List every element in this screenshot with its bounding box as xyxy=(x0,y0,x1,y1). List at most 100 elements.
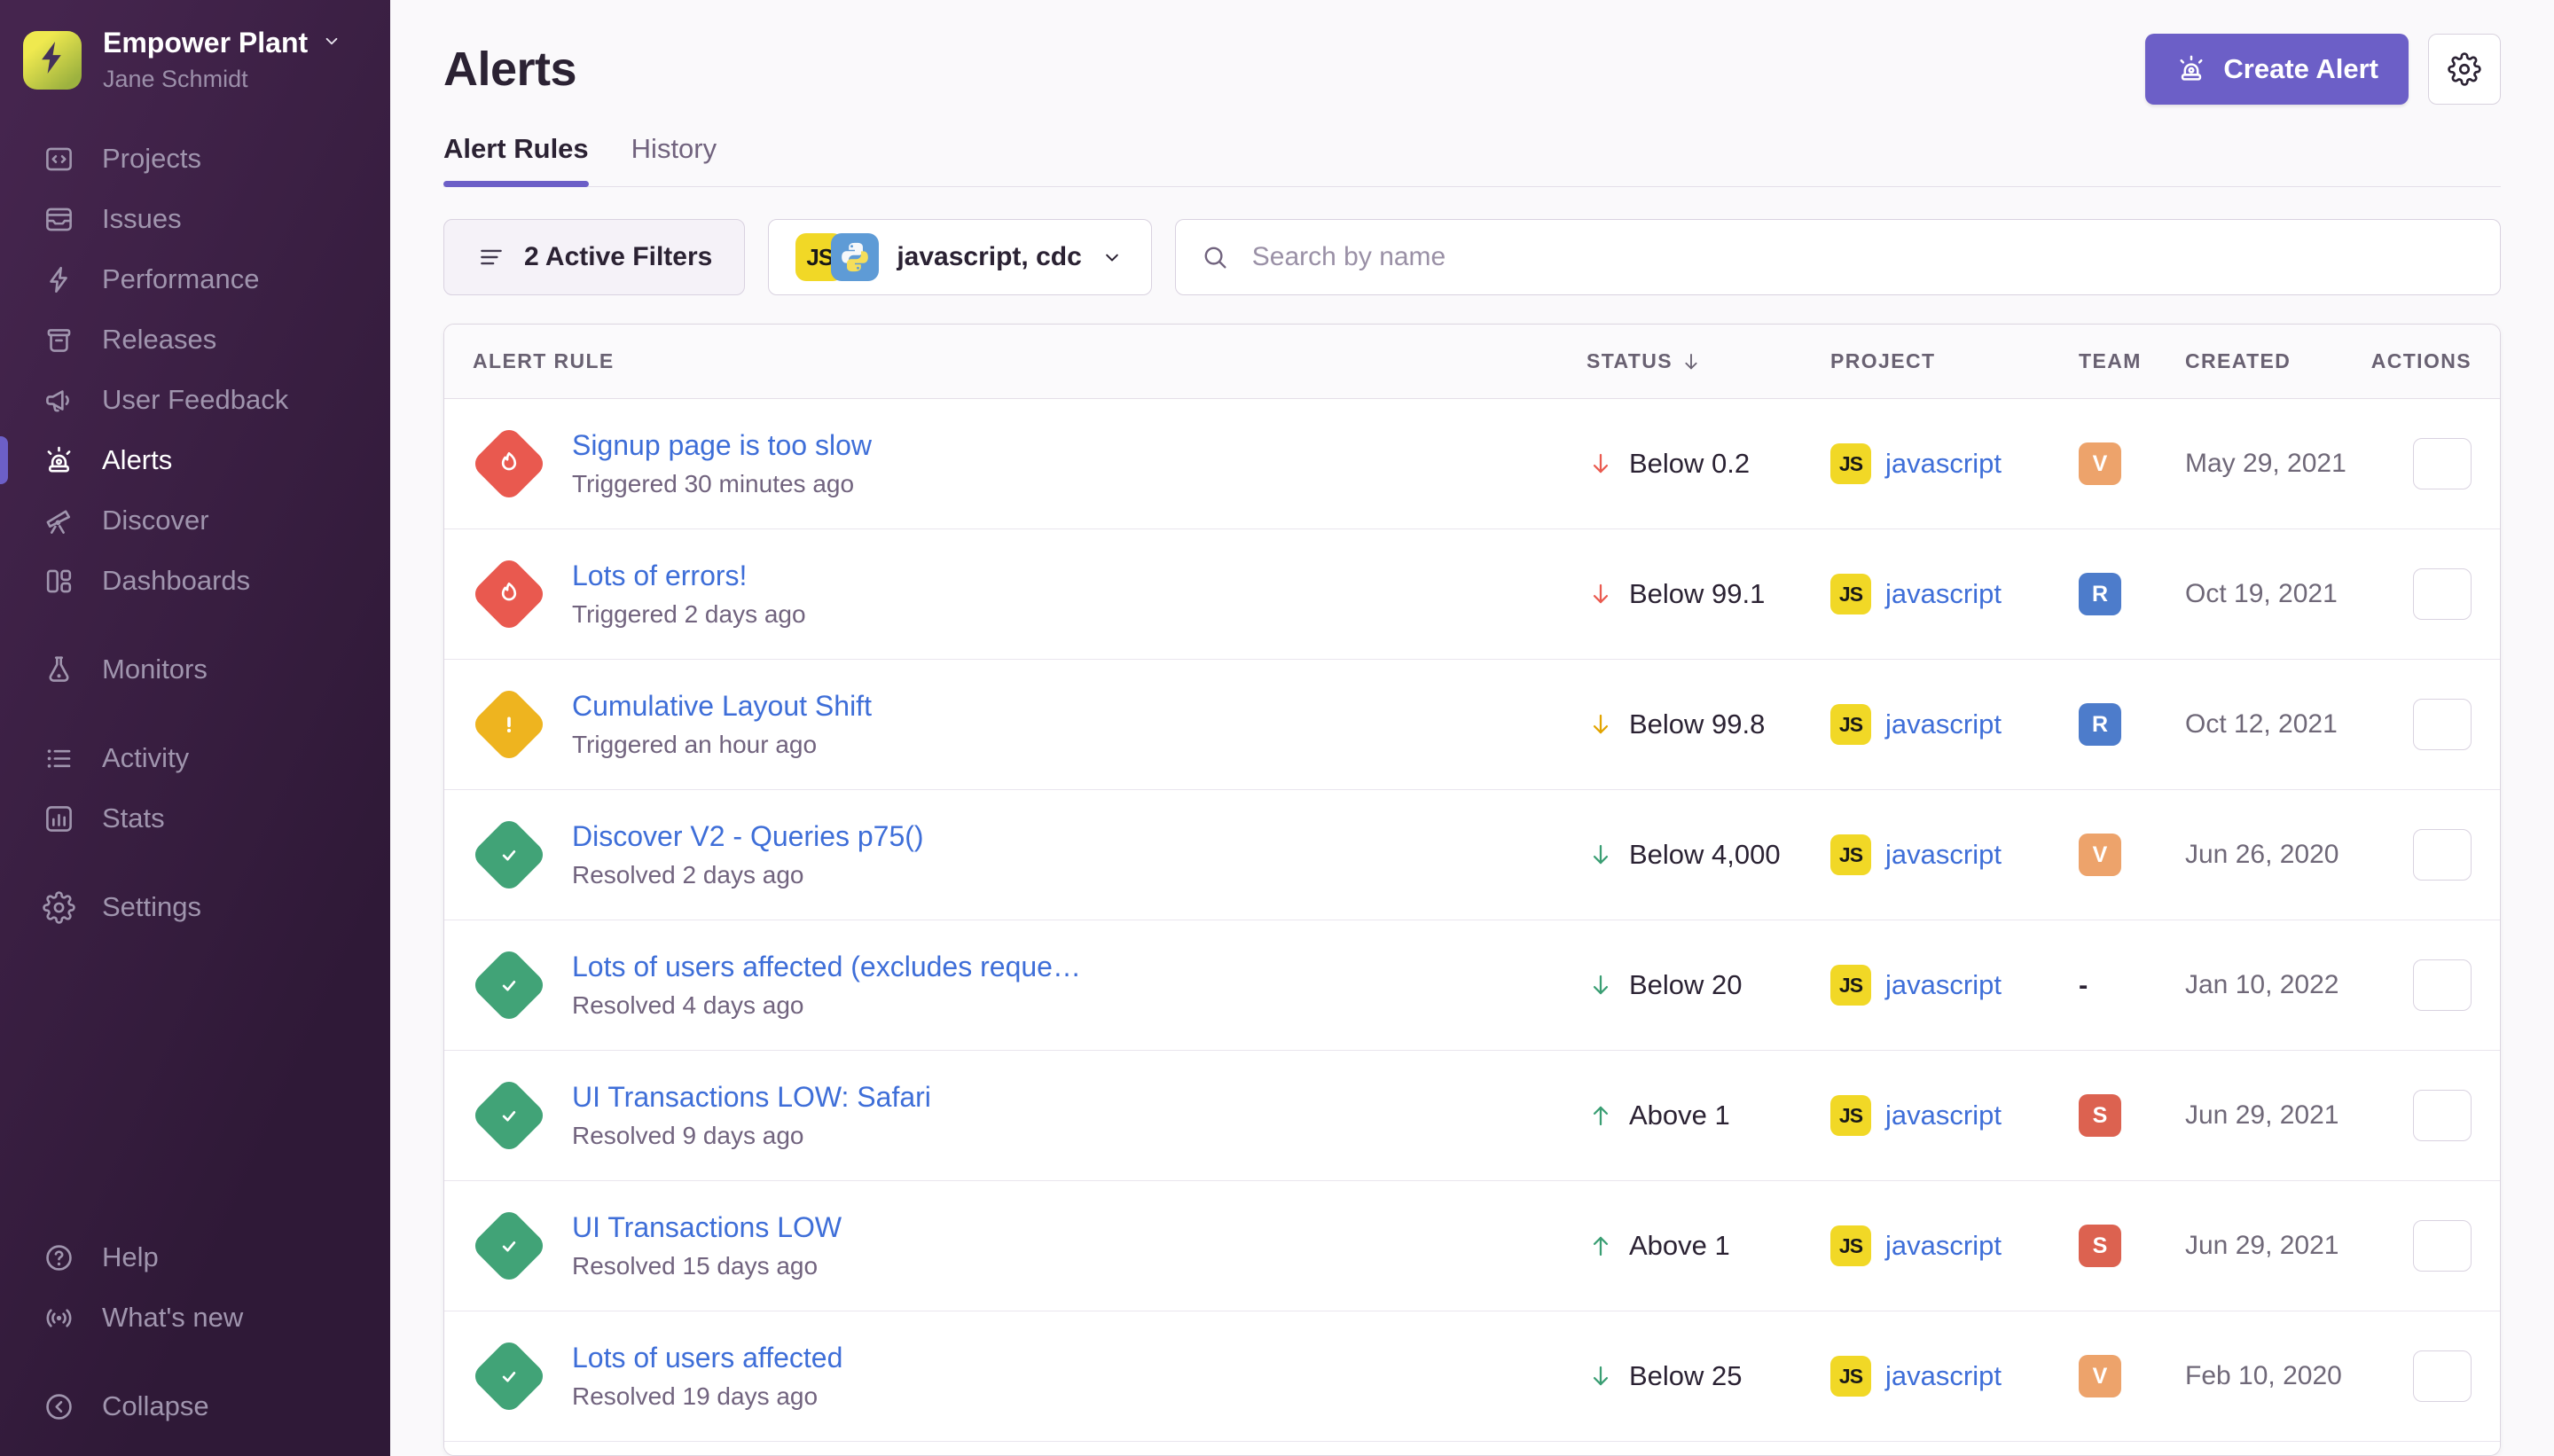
tab-history[interactable]: History xyxy=(631,133,717,186)
check-icon xyxy=(492,1229,526,1263)
alert-rule-link[interactable]: Signup page is too slow xyxy=(572,429,872,462)
active-filters-button[interactable]: 2 Active Filters xyxy=(443,219,745,295)
team-cell: - xyxy=(2079,969,2185,1001)
sidebar-item-stats[interactable]: Stats xyxy=(0,788,390,849)
team-avatar: V xyxy=(2079,834,2121,876)
project-link[interactable]: javascript xyxy=(1885,578,2002,610)
team-cell: R xyxy=(2079,703,2185,746)
table-row[interactable]: UI Transactions LOW Resolved 15 days ago… xyxy=(444,1181,2500,1311)
status-arrow-up-icon xyxy=(1586,1101,1615,1130)
status-cell: Above 1 xyxy=(1586,1100,1830,1131)
sidebar-item-discover[interactable]: Discover xyxy=(0,490,390,551)
search-container xyxy=(1175,219,2501,295)
dashboards-icon xyxy=(43,565,75,598)
sidebar-item-settings[interactable]: Settings xyxy=(0,877,390,937)
row-actions-button[interactable] xyxy=(2413,438,2472,489)
row-actions-button[interactable] xyxy=(2413,1090,2472,1141)
javascript-platform-icon: JS xyxy=(1830,443,1871,484)
alert-rule-link[interactable]: Lots of errors! xyxy=(572,560,806,592)
table-row[interactable]: UI Transactions LOW: Safari Resolved 9 d… xyxy=(444,1051,2500,1181)
table-header: Alert RuleStatusProjectTeamCreatedAction… xyxy=(444,325,2500,399)
team-cell: R xyxy=(2079,573,2185,615)
project-link[interactable]: javascript xyxy=(1885,448,2002,480)
org-switcher[interactable]: Empower Plant Jane Schmidt xyxy=(0,0,390,93)
javascript-platform-icon: JS xyxy=(1830,704,1871,745)
table-row[interactable]: Lots of users affected Resolved 19 days … xyxy=(444,1311,2500,1442)
row-actions-button[interactable] xyxy=(2413,568,2472,620)
project-link[interactable]: javascript xyxy=(1885,708,2002,740)
sidebar-item-what-s-new[interactable]: What's new xyxy=(0,1288,390,1348)
table-row[interactable]: Cumulative Layout Shift Triggered an hou… xyxy=(444,660,2500,790)
row-actions-button[interactable] xyxy=(2413,699,2472,750)
partial-row xyxy=(444,1442,2500,1456)
project-link[interactable]: javascript xyxy=(1885,1100,2002,1131)
project-cell: JS javascript xyxy=(1830,1225,2079,1266)
project-cell: JS javascript xyxy=(1830,1095,2079,1136)
row-actions-button[interactable] xyxy=(2413,1350,2472,1402)
sidebar-nav: Projects Issues Performance Releases Use… xyxy=(0,129,390,937)
sidebar-item-user-feedback[interactable]: User Feedback xyxy=(0,370,390,430)
severity-resolved-icon xyxy=(470,1207,548,1285)
project-link[interactable]: javascript xyxy=(1885,1230,2002,1262)
column-header-status[interactable]: Status xyxy=(1586,349,1830,373)
row-actions-button[interactable] xyxy=(2413,829,2472,881)
table-row[interactable]: Lots of users affected (excludes reque… … xyxy=(444,920,2500,1051)
project-filter-dropdown[interactable]: JS javascript, cdc xyxy=(768,219,1151,295)
create-alert-button[interactable]: Create Alert xyxy=(2145,34,2409,105)
status-cell: Below 99.1 xyxy=(1586,578,1830,610)
team-none: - xyxy=(2079,969,2088,1000)
table-row[interactable]: Lots of errors! Triggered 2 days ago Bel… xyxy=(444,529,2500,660)
project-filter-label: javascript, cdc xyxy=(897,242,1081,272)
project-link[interactable]: javascript xyxy=(1885,839,2002,871)
sidebar-item-activity[interactable]: Activity xyxy=(0,728,390,788)
alert-rule-link[interactable]: UI Transactions LOW: Safari xyxy=(572,1081,931,1114)
alert-rule-link[interactable]: Lots of users affected xyxy=(572,1342,842,1374)
project-cell: JS javascript xyxy=(1830,834,2079,875)
sidebar-item-issues[interactable]: Issues xyxy=(0,189,390,249)
alert-rule-cell: Lots of users affected (excludes reque… … xyxy=(473,951,1586,1020)
status-text: Above 1 xyxy=(1629,1230,1730,1262)
status-cell: Below 0.2 xyxy=(1586,448,1830,480)
sidebar-item-projects[interactable]: Projects xyxy=(0,129,390,189)
alert-rule-link[interactable]: UI Transactions LOW xyxy=(572,1211,842,1244)
sidebar-item-alerts[interactable]: Alerts xyxy=(0,430,390,490)
releases-icon xyxy=(43,324,75,356)
table-row[interactable]: Discover V2 - Queries p75() Resolved 2 d… xyxy=(444,790,2500,920)
alert-rule-subtitle: Triggered 2 days ago xyxy=(572,600,806,629)
sidebar-item-dashboards[interactable]: Dashboards xyxy=(0,551,390,611)
sidebar-item-collapse[interactable]: Collapse xyxy=(0,1376,390,1436)
alert-rule-cell: UI Transactions LOW Resolved 15 days ago xyxy=(473,1211,1586,1280)
alert-rule-link[interactable]: Lots of users affected (excludes reque… xyxy=(572,951,1081,983)
alerts-settings-button[interactable] xyxy=(2428,34,2501,105)
team-avatar: S xyxy=(2079,1225,2121,1267)
alert-rule-link[interactable]: Discover V2 - Queries p75() xyxy=(572,820,924,853)
status-cell: Below 25 xyxy=(1586,1360,1830,1392)
row-actions-button[interactable] xyxy=(2413,1220,2472,1272)
row-actions-button[interactable] xyxy=(2413,959,2472,1011)
check-icon xyxy=(492,968,526,1002)
column-header-project: Project xyxy=(1830,349,2079,373)
search-input[interactable] xyxy=(1175,219,2501,295)
table-row[interactable]: Signup page is too slow Triggered 30 min… xyxy=(444,399,2500,529)
team-cell: V xyxy=(2079,1355,2185,1397)
project-link[interactable]: javascript xyxy=(1885,1360,2002,1392)
status-arrow-down-icon xyxy=(1586,841,1615,869)
sidebar-item-monitors[interactable]: Monitors xyxy=(0,639,390,700)
sidebar: Empower Plant Jane Schmidt Projects Issu… xyxy=(0,0,390,1456)
severity-critical-icon xyxy=(470,555,548,633)
sidebar-item-help[interactable]: Help xyxy=(0,1227,390,1288)
project-cell: JS javascript xyxy=(1830,965,2079,1006)
alert-rule-subtitle: Resolved 9 days ago xyxy=(572,1122,931,1150)
sidebar-item-releases[interactable]: Releases xyxy=(0,309,390,370)
filter-bar: 2 Active Filters JS javascript, cdc xyxy=(443,219,2501,295)
javascript-platform-icon: JS xyxy=(1830,834,1871,875)
project-link[interactable]: javascript xyxy=(1885,969,2002,1001)
alert-rule-link[interactable]: Cumulative Layout Shift xyxy=(572,690,872,723)
status-arrow-down-icon xyxy=(1586,1362,1615,1390)
sidebar-item-performance[interactable]: Performance xyxy=(0,249,390,309)
tab-alert-rules[interactable]: Alert Rules xyxy=(443,133,589,186)
gear-icon xyxy=(2448,52,2481,86)
created-date: Oct 12, 2021 xyxy=(2185,709,2380,740)
severity-critical-icon xyxy=(470,425,548,503)
org-user-name: Jane Schmidt xyxy=(103,66,343,93)
